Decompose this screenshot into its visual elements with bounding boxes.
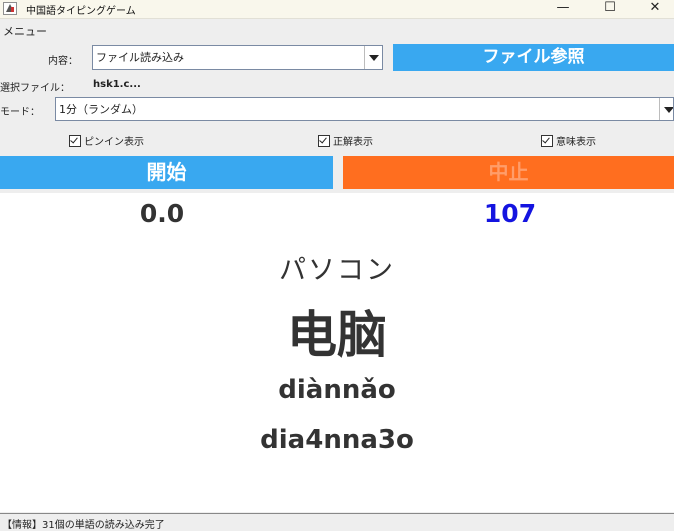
selected-file-label: 選択ファイル： [0, 83, 70, 94]
mode-select[interactable]: 1分（ランダム） [55, 97, 674, 121]
browse-file-button[interactable]: ファイル参照 [393, 44, 674, 71]
pinyin-checkbox[interactable]: ピンイン表示 [69, 133, 144, 148]
checkbox-checked-icon[interactable] [541, 135, 553, 147]
menu-item-menu[interactable]: メニュー [3, 23, 47, 39]
status-text: 【情報】31個の単語の読み込み完了 [2, 520, 165, 531]
chevron-down-icon[interactable] [364, 46, 382, 69]
mode-select-value: 1分（ランダム） [59, 103, 143, 116]
maximize-button[interactable]: ☐ [587, 0, 633, 17]
meaning-checkbox[interactable]: 意味表示 [541, 133, 596, 148]
word-count-display: 107 [483, 199, 537, 228]
status-bar: 【情報】31個の単語の読み込み完了 [0, 513, 674, 531]
game-panel: 0.0 107 パソコン 电脑 diànnǎo dia4nna3o [0, 193, 674, 512]
answer-checkbox[interactable]: 正解表示 [318, 133, 373, 148]
mode-label: モード： [0, 107, 40, 118]
checkbox-checked-icon[interactable] [69, 135, 81, 147]
timer-display: 0.0 [139, 199, 185, 228]
typing-answer-text: dia4nna3o [260, 425, 414, 455]
content-select-value: ファイル読み込み [96, 51, 184, 64]
meaning-text: パソコン [279, 255, 395, 286]
hanzi-word: 电脑 [287, 306, 387, 364]
selected-file-value: hsk1.c... [93, 79, 141, 90]
start-button[interactable]: 開始 [0, 156, 333, 189]
meaning-checkbox-label: 意味表示 [556, 137, 596, 148]
checkbox-checked-icon[interactable] [318, 135, 330, 147]
minimize-button[interactable]: — [540, 0, 586, 17]
answer-checkbox-label: 正解表示 [333, 137, 373, 148]
chevron-down-icon[interactable] [659, 98, 673, 120]
app-icon [3, 2, 17, 15]
menu-bar: メニュー [0, 23, 674, 39]
stop-button[interactable]: 中止 [343, 156, 674, 189]
close-button[interactable]: ✕ [632, 0, 674, 17]
pinyin-checkbox-label: ピンイン表示 [84, 137, 144, 148]
pinyin-text: diànnǎo [278, 375, 396, 405]
content-label: 内容： [48, 56, 78, 67]
window-title: 中国語タイピングゲーム [26, 6, 136, 17]
title-bar: 中国語タイピングゲーム — ☐ ✕ [0, 0, 674, 19]
content-select[interactable]: ファイル読み込み [92, 45, 383, 70]
